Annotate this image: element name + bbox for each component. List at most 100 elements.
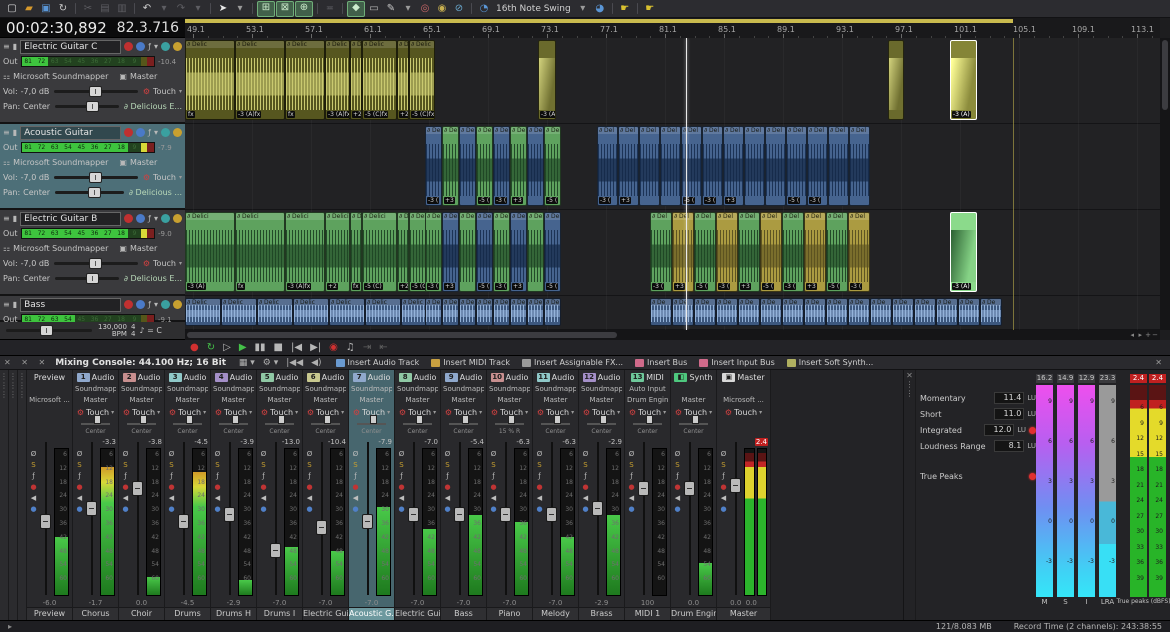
open-folder-icon[interactable]: ▰ [21, 2, 37, 16]
automation-caret-icon[interactable]: ▾ [179, 174, 182, 181]
phase-icon[interactable]: Ø [629, 450, 635, 458]
channel-strip[interactable]: 10AudioSoundmapperMaster⚙Touch▾15 % RØSƒ… [487, 370, 533, 620]
audio-clip[interactable]: ∂ De [672, 298, 694, 326]
insert-button[interactable]: Insert Soft Synth... [787, 358, 874, 367]
phase-icon[interactable]: Ø [169, 450, 175, 458]
audio-clip[interactable]: ∂ De [476, 298, 493, 326]
pan-handle[interactable] [324, 415, 331, 424]
channel-strip[interactable]: 2AudioSoundmapperMaster⚙Touch▾CenterØSƒ●… [119, 370, 165, 620]
automation-write-icon[interactable]: ● [398, 505, 404, 513]
audio-clip[interactable]: ∂ Del [459, 126, 476, 206]
dropdown-caret-icon[interactable]: ▾ [154, 299, 158, 311]
pan-value[interactable]: Center [23, 102, 50, 111]
fader-track[interactable] [637, 438, 650, 597]
swing-preset-label[interactable]: 16th Note Swing [493, 4, 574, 14]
strip-input[interactable]: Soundmapper [351, 384, 392, 395]
channel-strip[interactable]: 7AudioSoundmapperMaster⚙Touch▾CenterØSƒ●… [349, 370, 395, 620]
fader-track[interactable] [361, 438, 374, 597]
track-name[interactable]: Acoustic Guitar [20, 126, 121, 140]
strip-output[interactable]: Master [167, 395, 208, 406]
input-echo-icon[interactable]: ◀ [399, 494, 404, 502]
input-echo-icon[interactable]: ◀ [721, 494, 726, 502]
input-device[interactable]: Microsoft Soundmapper [13, 72, 108, 81]
fader-track[interactable] [223, 438, 236, 597]
stretch-tool-icon[interactable]: ⊕ [295, 1, 313, 17]
arm-record-icon[interactable]: ● [674, 483, 680, 491]
channel-strip[interactable]: 8AudioSoundmapperMaster⚙Touch▾CenterØSƒ●… [395, 370, 441, 620]
solo-icon[interactable]: S [353, 461, 357, 469]
strip-output[interactable]: Master [213, 395, 254, 406]
solo-icon[interactable]: S [307, 461, 311, 469]
strip-output[interactable]: Microsoft ... [719, 395, 768, 406]
strip-input[interactable]: Soundmapper [397, 384, 438, 395]
arm-record-icon[interactable]: ● [490, 483, 496, 491]
loudness-pane-grip[interactable]: ✕⋮⋮ [904, 370, 916, 620]
stop-button[interactable]: ■ [274, 341, 283, 355]
audio-clip[interactable]: ∂ De [782, 298, 804, 326]
audio-clip[interactable]: ∂ Del-3 ( [848, 212, 870, 292]
audio-clip[interactable]: ∂ Del [660, 126, 681, 206]
mute-icon[interactable] [136, 214, 145, 223]
audio-clip[interactable]: ∂ De [694, 298, 716, 326]
channel-strip[interactable]: PreviewMicrosoft ...ØSƒ●◀●61218243036424… [27, 370, 73, 620]
new-file-icon[interactable]: ▢ [4, 2, 20, 16]
fx-icon[interactable]: ƒ [148, 213, 151, 225]
insert-button[interactable]: Insert Input Bus [699, 358, 774, 367]
vertical-scrollbar[interactable] [1160, 38, 1170, 330]
automation-write-icon[interactable]: ● [720, 505, 726, 513]
automation-write-icon[interactable]: ● [352, 505, 358, 513]
track-menu-icon[interactable]: ≡ [3, 127, 10, 139]
vol-value[interactable]: -7,0 dB [21, 173, 50, 182]
fx-icon[interactable]: ƒ [216, 472, 218, 480]
strip-name[interactable]: Brass [579, 607, 624, 620]
console-view-icon[interactable]: |◀◀ [286, 358, 303, 368]
phase-icon[interactable]: Ø [583, 450, 589, 458]
hscroll-thumb[interactable] [187, 332, 617, 338]
audio-clip[interactable]: ∂ Delic-3 (A)fx [325, 40, 350, 120]
insert-button[interactable]: Insert MIDI Track [431, 358, 510, 367]
automation-mode[interactable]: Touch [153, 259, 176, 268]
strip-output[interactable]: Microsoft ... [29, 395, 70, 406]
pencil-caret-icon[interactable]: ▾ [400, 2, 416, 16]
arm-record-icon[interactable] [124, 128, 133, 137]
strip-output[interactable]: Master [351, 395, 392, 406]
patch-gear-icon[interactable] [173, 42, 182, 51]
automation-write-icon[interactable]: ● [306, 505, 312, 513]
collapsed-strip[interactable]: ⋮ ⋮ ⋮ [18, 370, 27, 620]
automation-write-icon[interactable]: ● [122, 505, 128, 513]
patch-gear-icon[interactable] [173, 128, 182, 137]
dropdown-caret-icon[interactable]: ▾ [154, 41, 158, 53]
fx-icon[interactable]: ƒ [32, 472, 34, 480]
audio-clip[interactable]: ∂ Delic [185, 298, 221, 326]
strip-input[interactable]: Soundmapper [167, 384, 208, 395]
erase-tool-icon[interactable]: ▭ [366, 2, 382, 16]
audio-clip[interactable]: ∂ Del+3 [723, 126, 744, 206]
arm-record-icon[interactable]: ● [76, 483, 82, 491]
fx-icon[interactable]: ƒ [262, 472, 264, 480]
pan-handle[interactable] [186, 415, 193, 424]
automation-write-icon[interactable]: ● [214, 505, 220, 513]
insert-button[interactable]: Insert Assignable FX... [522, 358, 623, 367]
strip-name[interactable]: Drums [165, 607, 210, 620]
pan-handle[interactable] [86, 101, 99, 112]
pan-handle[interactable] [232, 415, 239, 424]
audio-clip[interactable]: ∂ De [738, 298, 760, 326]
channel-strip[interactable]: ▣MasterMicrosoft ...⚙Touch▾ØSƒ●◀●2.40.0 … [717, 370, 771, 620]
audio-clip[interactable]: ∂ Del-3 ( [716, 212, 738, 292]
fx-icon[interactable]: ƒ [584, 472, 586, 480]
strip-input[interactable]: Soundmapper [305, 384, 346, 395]
input-echo-icon[interactable]: ◀ [307, 494, 312, 502]
horizontal-scrollbar[interactable]: ◂ ▸ + − [185, 330, 1160, 340]
track-zoom-slider[interactable] [6, 329, 92, 332]
audio-clip[interactable]: ∂ Del [527, 212, 544, 292]
fader-handle[interactable] [730, 478, 741, 493]
audio-clip[interactable]: ∂ Del-3 ( [493, 126, 510, 206]
strip-name[interactable]: Choir [119, 607, 164, 620]
pan-value[interactable]: Center [23, 188, 50, 197]
volume-slider[interactable] [54, 262, 137, 265]
fx-icon[interactable]: ƒ [308, 472, 310, 480]
vol-value[interactable]: -7,0 dB [21, 87, 50, 96]
input-monitor-icon[interactable] [161, 128, 170, 137]
fader-handle[interactable] [362, 514, 373, 529]
audio-clip[interactable]: ∂ Del-3 ( [597, 126, 618, 206]
